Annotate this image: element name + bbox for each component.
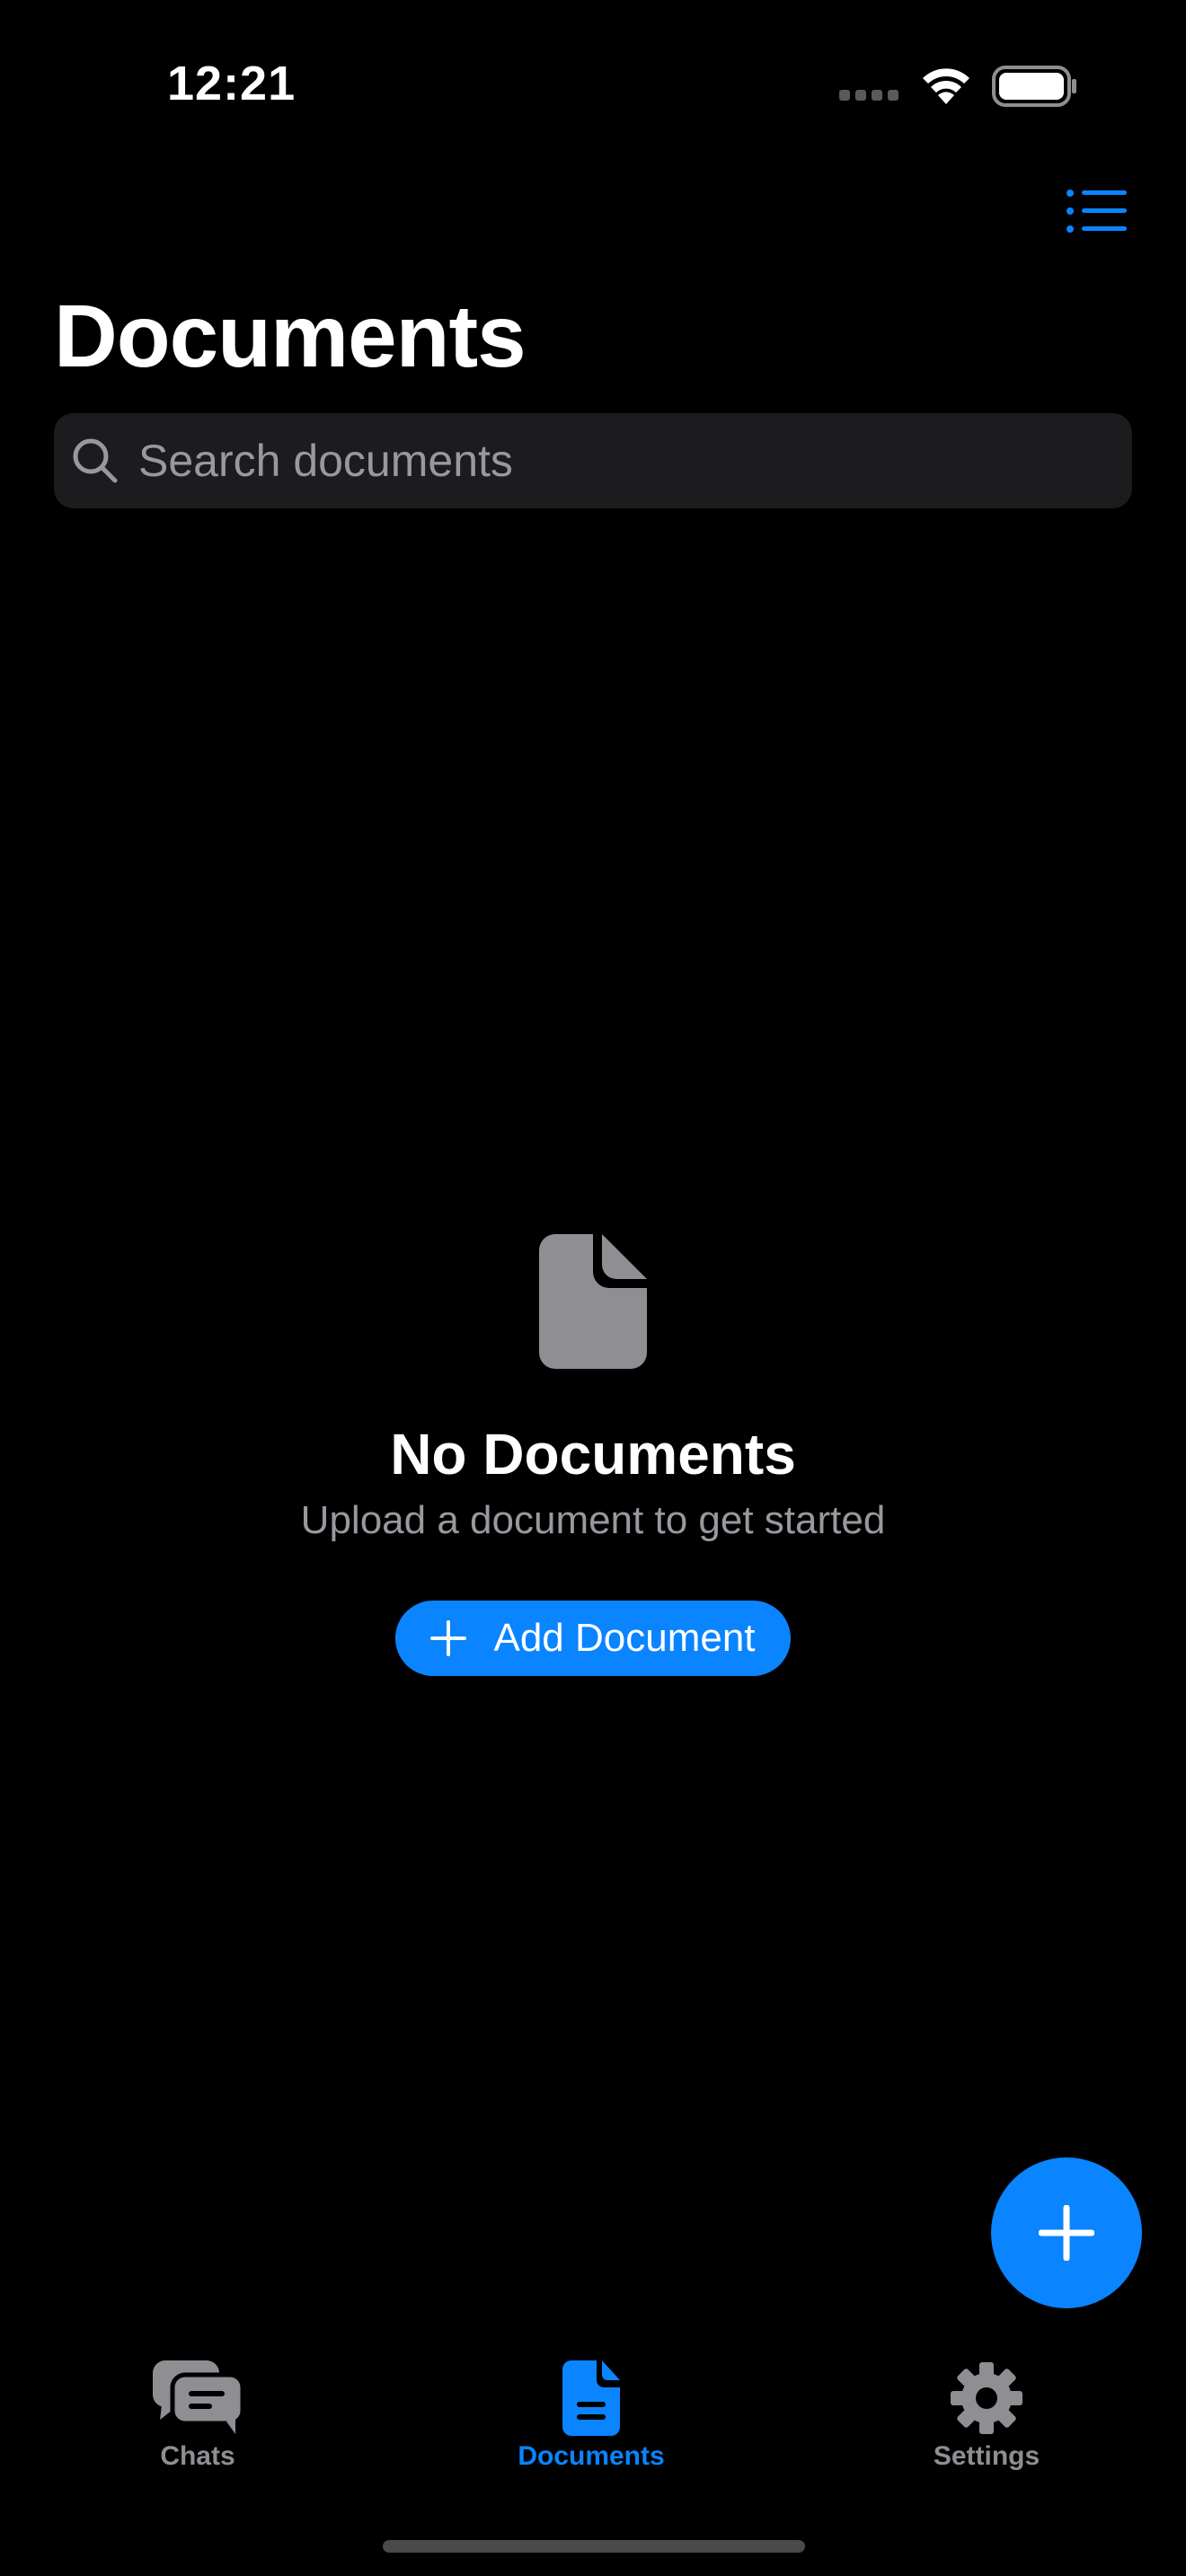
plus-icon xyxy=(430,1620,467,1656)
add-document-label: Add Document xyxy=(493,1616,756,1660)
empty-state-title: No Documents xyxy=(390,1422,796,1486)
tab-settings-label: Settings xyxy=(933,2441,1040,2471)
search-bar[interactable] xyxy=(54,413,1132,508)
search-input[interactable] xyxy=(138,413,1109,508)
add-document-button[interactable]: Add Document xyxy=(395,1601,791,1676)
battery-icon xyxy=(992,66,1076,107)
empty-state-subtitle: Upload a document to get started xyxy=(300,1498,886,1542)
list-view-button[interactable] xyxy=(1066,189,1127,234)
tab-settings[interactable]: Settings xyxy=(852,2360,1121,2495)
tab-documents[interactable]: Documents xyxy=(456,2360,726,2495)
page-title: Documents xyxy=(54,287,527,385)
chat-bubbles-icon xyxy=(153,2360,243,2434)
wifi-icon xyxy=(923,68,969,104)
new-document-fab[interactable] xyxy=(991,2157,1142,2308)
document-icon xyxy=(539,1234,647,1369)
tab-documents-label: Documents xyxy=(518,2441,665,2471)
cellular-signal-icon xyxy=(839,90,898,101)
search-icon xyxy=(73,438,118,483)
document-icon xyxy=(562,2360,620,2436)
tab-chats[interactable]: Chats xyxy=(63,2360,332,2495)
gear-icon xyxy=(951,2362,1022,2434)
status-time: 12:21 xyxy=(167,57,296,110)
plus-icon xyxy=(1039,2205,1094,2261)
tab-chats-label: Chats xyxy=(160,2441,235,2471)
home-indicator xyxy=(383,2540,805,2553)
